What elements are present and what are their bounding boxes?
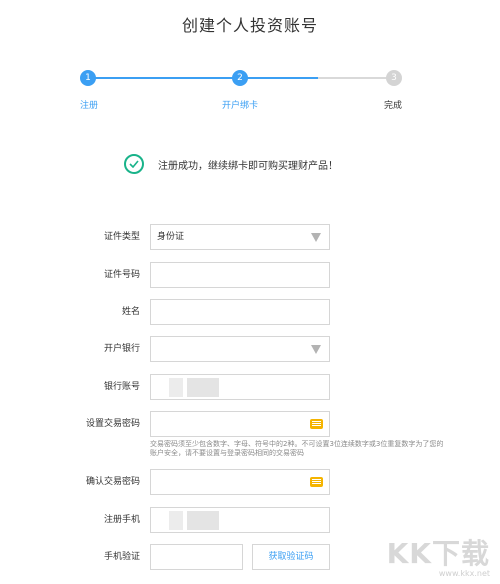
bank-select[interactable] (150, 336, 330, 362)
step-connector-1 (88, 77, 240, 79)
id-type-select[interactable]: 身份证 (150, 224, 330, 250)
watermark: KK下载 www.kkx.net (387, 532, 490, 578)
phone-label: 注册手机 (103, 515, 140, 525)
step-3-label: 完成 (384, 101, 403, 111)
name-label: 姓名 (121, 307, 140, 317)
id-number-row: 证件号码 (0, 262, 500, 288)
bank-account-row: 银行账号 (0, 374, 500, 400)
trade-password-input[interactable] (150, 411, 330, 437)
get-sms-code-button[interactable]: 获取验证码 (252, 544, 330, 570)
step-3-indicator: 3 (386, 70, 402, 86)
keyboard-icon[interactable] (310, 477, 323, 487)
check-circle-icon (124, 154, 144, 174)
bank-label: 开户银行 (103, 344, 140, 354)
dropdown-arrow-icon (311, 233, 321, 242)
password-hint: 交易密码须至少包含数字、字母、符号中的2种。不可设置3位连续数字或3位重复数字为… (150, 440, 444, 457)
step-connector-2 (240, 77, 318, 79)
id-type-label: 证件类型 (103, 232, 140, 242)
id-number-input[interactable] (150, 262, 330, 288)
id-number-label: 证件号码 (103, 270, 140, 280)
dropdown-arrow-icon (311, 345, 321, 354)
trade-password-label: 设置交易密码 (85, 419, 140, 429)
id-type-row: 证件类型 身份证 (0, 224, 500, 250)
name-row: 姓名 (0, 299, 500, 325)
confirm-password-row: 确认交易密码 (0, 469, 500, 495)
redacted-block (169, 378, 183, 397)
phone-row: 注册手机 (0, 507, 500, 533)
step-1-indicator: 1 (80, 70, 96, 86)
redacted-block (187, 378, 219, 397)
name-input[interactable] (150, 299, 330, 325)
redacted-block (169, 511, 183, 530)
step-1-label: 注册 (80, 101, 99, 111)
redacted-block (187, 511, 219, 530)
sms-code-label: 手机验证 (103, 552, 140, 562)
bank-row: 开户银行 (0, 336, 500, 362)
step-2-indicator: 2 (232, 70, 248, 86)
progress-stepper: 1 2 3 注册 开户绑卡 完成 (0, 0, 500, 120)
step-2-label: 开户绑卡 (222, 101, 259, 111)
keyboard-icon[interactable] (310, 419, 323, 429)
phone-input[interactable] (150, 507, 330, 533)
id-type-value: 身份证 (157, 232, 185, 242)
bank-account-label: 银行账号 (103, 382, 140, 392)
step-connector-3 (318, 77, 394, 79)
watermark-brand: KK下载 (386, 537, 490, 570)
success-message-row: 注册成功，继续绑卡即可购买理财产品！ (124, 153, 338, 175)
trade-password-row: 设置交易密码 (0, 411, 500, 437)
bank-account-input[interactable] (150, 374, 330, 400)
confirm-password-input[interactable] (150, 469, 330, 495)
confirm-password-label: 确认交易密码 (85, 477, 140, 487)
success-message: 注册成功，继续绑卡即可购买理财产品！ (158, 160, 338, 172)
sms-code-input[interactable] (150, 544, 243, 570)
